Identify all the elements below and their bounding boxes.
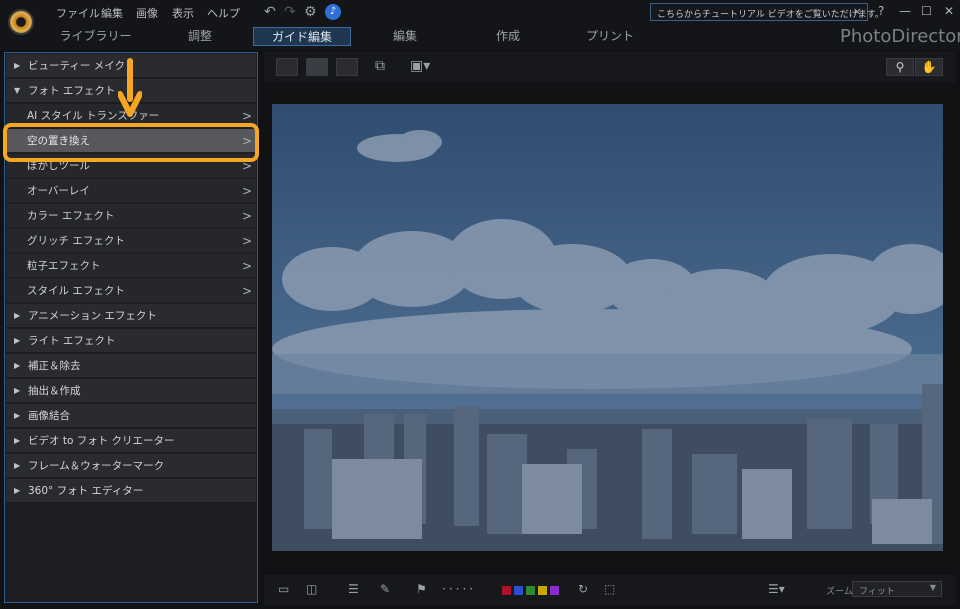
category-correct-remove[interactable]: ▶ 補正＆除去 [6,354,256,378]
color-label-yellow[interactable] [538,586,547,595]
brand-name: PhotoDirector [840,26,960,47]
list-menu-icon[interactable]: ☰▾ [768,582,785,596]
highlight-box [3,123,259,162]
tab-edit[interactable]: 編集 [385,27,425,46]
category-extract-create[interactable]: ▶ 抽出＆作成 [6,379,256,403]
expand-triangle-icon: ▶ [14,311,21,320]
menu-help[interactable]: ヘルプ [207,5,240,21]
view-toolbar [264,52,956,82]
sub-item-label: 粒子エフェクト [27,260,101,272]
collapse-triangle-icon: ▼ [14,86,21,95]
gear-icon[interactable]: ⚙ [304,4,317,20]
app-logo-icon[interactable] [8,9,34,35]
arrow-down-icon [118,58,142,117]
tutorial-tip[interactable]: こちらからチュートリアル ビデオをご覧いただけます。 × [650,3,884,21]
sub-item-overlay[interactable]: オーバーレイ > [6,179,256,203]
chevron-right-icon: > [241,234,252,248]
compare-view-icon[interactable] [276,58,298,76]
stack-icon[interactable]: ☰ [348,582,359,596]
monitor-icon[interactable]: ▣▾ [410,58,430,74]
sub-item-label: カラー エフェクト [27,210,115,222]
menu-edit[interactable]: 編集 [101,5,123,21]
category-video-to-photo[interactable]: ▶ ビデオ to フォト クリエーター [6,429,256,453]
zoom-value: フィット [859,587,895,597]
sub-item-color-effect[interactable]: カラー エフェクト > [6,204,256,228]
flag-icon[interactable]: ⚑ [416,582,427,596]
crop-icon[interactable]: ⬚ [604,582,615,596]
notification-icon[interactable]: ♪ [325,4,341,20]
color-label-purple[interactable] [550,586,559,595]
expand-triangle-icon: ▶ [14,411,21,420]
chevron-right-icon: > [241,259,252,273]
single-view-icon[interactable] [306,58,328,76]
expand-triangle-icon: ▶ [14,336,21,345]
category-label: 360° フォト エディター [28,485,144,497]
expand-triangle-icon: ▶ [14,361,21,370]
chevron-right-icon: > [241,184,252,198]
rotate-view-icon[interactable]: ⧉ [375,58,385,74]
tutorial-tip-text: こちらからチュートリアル ビデオをご覧いただけます。 [657,10,884,20]
color-label-red[interactable] [502,586,511,595]
category-label: 補正＆除去 [28,360,81,372]
sub-item-label: スタイル エフェクト [27,285,125,297]
sub-item-style-effect[interactable]: スタイル エフェクト > [6,279,256,303]
zoom-select[interactable]: フィット ▼ [852,581,942,597]
zoom-tool-icon[interactable]: ⚲ [886,58,914,76]
maximize-icon[interactable]: ☐ [921,4,932,18]
menu-view[interactable]: 表示 [172,5,194,21]
category-360-photo-editor[interactable]: ▶ 360° フォト エディター [6,479,256,503]
tab-create[interactable]: 作成 [488,27,528,46]
chevron-right-icon: > [241,209,252,223]
hand-tool-icon[interactable]: ✋ [915,58,943,76]
category-label: 画像結合 [28,410,70,422]
category-label: 抽出＆作成 [28,385,81,397]
sub-item-glitch-effect[interactable]: グリッチ エフェクト > [6,229,256,253]
category-label: フォト エフェクト [28,85,116,97]
chevron-right-icon: > [241,284,252,298]
sub-item-label: グリッチ エフェクト [27,235,125,247]
split-frame-icon[interactable]: ◫ [306,582,317,596]
menu-image[interactable]: 画像 [136,5,158,21]
sub-item-label: オーバーレイ [27,185,90,197]
rotate-icon[interactable]: ↻ [578,582,588,596]
expand-triangle-icon: ▶ [14,461,21,470]
tab-guided-edit[interactable]: ガイド編集 [253,27,351,46]
redo-icon[interactable]: ↷ [284,4,296,20]
category-label: ビデオ to フォト クリエーター [28,435,175,447]
sub-item-particle-effect[interactable]: 粒子エフェクト > [6,254,256,278]
category-label: ビューティー メイク [28,60,125,72]
category-label: ライト エフェクト [28,335,116,347]
tab-adjust[interactable]: 調整 [180,27,220,46]
expand-triangle-icon: ▶ [14,61,21,70]
category-label: フレーム＆ウォーターマーク [28,460,165,472]
pen-icon[interactable]: ✎ [380,582,390,596]
tab-print[interactable]: プリント [585,27,635,46]
tab-library[interactable]: ライブラリー [58,27,133,46]
color-label-green[interactable] [526,586,535,595]
rating-dots-icon[interactable]: ····· [442,582,476,596]
single-frame-icon[interactable]: ▭ [278,582,289,596]
category-label: アニメーション エフェクト [28,310,157,322]
expand-triangle-icon: ▶ [14,486,21,495]
category-light-effect[interactable]: ▶ ライト エフェクト [6,329,256,353]
grid-view-icon[interactable] [336,58,358,76]
expand-triangle-icon: ▶ [14,436,21,445]
category-frame-watermark[interactable]: ▶ フレーム＆ウォーターマーク [6,454,256,478]
minimize-icon[interactable]: — [899,4,911,18]
close-icon[interactable]: ✕ [944,4,954,18]
undo-icon[interactable]: ↶ [264,4,276,20]
tip-close-icon[interactable]: × [853,5,862,18]
menu-file[interactable]: ファイル [56,5,100,21]
chevron-down-icon: ▼ [929,583,936,592]
expand-triangle-icon: ▶ [14,386,21,395]
category-animation-effect[interactable]: ▶ アニメーション エフェクト [6,304,256,328]
color-label-blue[interactable] [514,586,523,595]
help-icon[interactable]: ? [878,4,884,18]
photo-preview[interactable] [272,104,943,551]
category-image-merge[interactable]: ▶ 画像結合 [6,404,256,428]
